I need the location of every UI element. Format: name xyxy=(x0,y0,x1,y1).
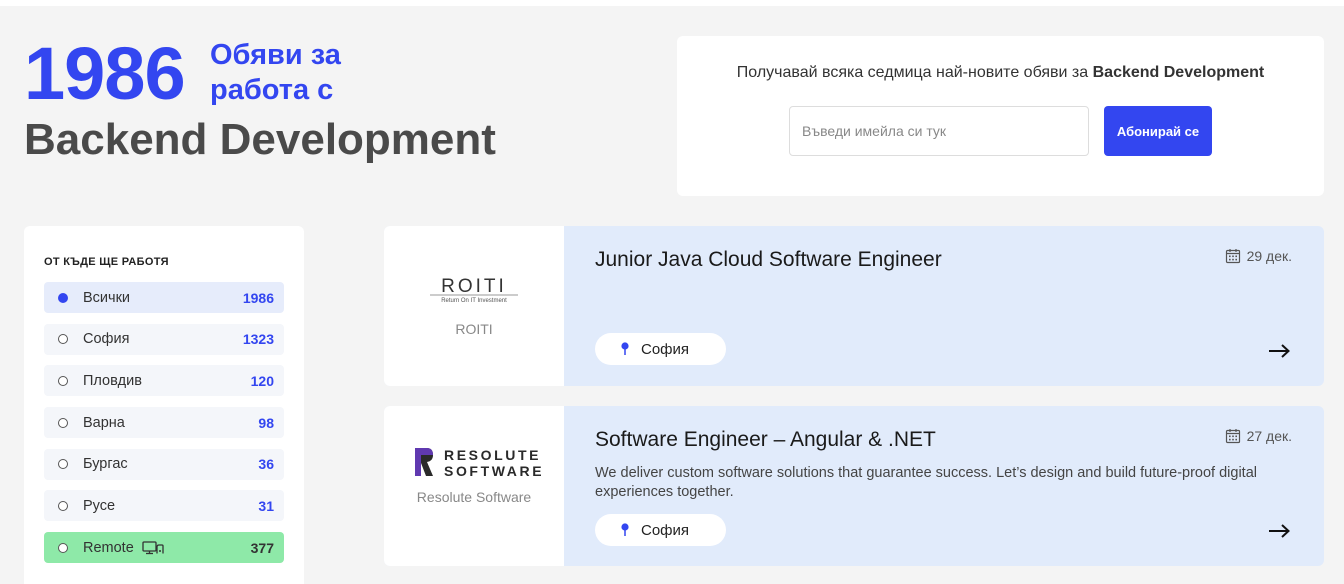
location-label: София xyxy=(83,331,130,348)
company-name: Resolute Software xyxy=(416,489,532,505)
svg-text:SOFTWARE: SOFTWARE xyxy=(444,463,541,479)
location-count: 1323 xyxy=(242,331,274,348)
job-card[interactable]: RESOLUTE SOFTWARE Resolute Software Soft… xyxy=(384,406,1324,566)
location-count: 98 xyxy=(258,414,274,431)
company-logo-box[interactable]: RESOLUTE SOFTWARE Resolute Software xyxy=(384,406,564,566)
radio-icon[interactable] xyxy=(58,500,68,511)
job-description: We deliver custom software solutions tha… xyxy=(595,465,1258,500)
radio-icon[interactable] xyxy=(58,542,68,553)
subscribe-text: Получавай всяка седмица най-новите обяви… xyxy=(736,64,1265,81)
location-label: Варна xyxy=(83,414,125,431)
email-input[interactable] xyxy=(789,106,1089,156)
job-title[interactable]: Software Engineer – Angular & .NET xyxy=(595,428,936,452)
svg-text:ROITI: ROITI xyxy=(441,276,507,297)
radio-icon[interactable] xyxy=(58,375,68,386)
filter-title: ОТ КЪДЕ ЩЕ РАБОТЯ xyxy=(44,256,169,268)
location-count: 120 xyxy=(250,372,274,389)
location-option-ruse[interactable]: Русе 31 xyxy=(44,490,284,522)
location-label: Пловдив xyxy=(83,372,142,389)
radio-icon[interactable] xyxy=(58,417,68,428)
location-option-all[interactable]: Всички 1986 xyxy=(44,282,284,313)
arrow-right-icon[interactable] xyxy=(1268,344,1290,358)
location-label: Бургас xyxy=(83,456,128,473)
location-label: Всички xyxy=(83,289,131,306)
location-count: 31 xyxy=(258,497,274,514)
location-option-varna[interactable]: Варна 98 xyxy=(44,407,284,439)
location-count: 1986 xyxy=(242,289,274,306)
resolute-software-logo: RESOLUTE SOFTWARE xyxy=(415,447,541,479)
job-count: 1986 xyxy=(24,32,186,115)
radio-icon[interactable] xyxy=(58,334,68,345)
location-count: 377 xyxy=(250,539,274,556)
radio-selected-icon[interactable] xyxy=(58,292,68,303)
location-option-remote[interactable]: Remote 377 xyxy=(44,532,284,564)
location-filter: ОТ КЪДЕ ЩЕ РАБОТЯ Всички 1986 София 1323… xyxy=(24,226,304,584)
job-location: София xyxy=(641,521,690,539)
calendar-icon xyxy=(1225,429,1240,444)
location-option-plovdiv[interactable]: Пловдив 120 xyxy=(44,365,284,397)
svg-text:Return On IT Investment: Return On IT Investment xyxy=(441,298,507,304)
subscribe-category: Backend Development xyxy=(1092,64,1265,81)
job-location-badge: София xyxy=(595,514,726,546)
location-label: Русе xyxy=(83,497,116,514)
location-option-burgas[interactable]: Бургас 36 xyxy=(44,448,284,480)
page-title: Backend Development xyxy=(24,115,496,164)
location-pin-icon xyxy=(621,342,629,355)
job-date-text: 29 дек. xyxy=(1246,248,1292,264)
job-title[interactable]: Junior Java Cloud Software Engineer xyxy=(595,248,942,272)
job-location-badge: София xyxy=(595,333,726,365)
hero-subtitle: Обяви за работа с xyxy=(210,39,341,106)
remote-work-icon xyxy=(142,540,164,554)
subscribe-button[interactable]: Абонирай се xyxy=(1104,106,1212,156)
location-label: Remote xyxy=(83,539,134,556)
svg-text:RESOLUTE: RESOLUTE xyxy=(444,447,541,463)
location-pin-icon xyxy=(621,523,629,536)
radio-icon[interactable] xyxy=(58,459,68,470)
job-date-text: 27 дек. xyxy=(1246,428,1292,444)
company-name: ROITI xyxy=(455,321,493,337)
roiti-logo: ROITI Return On IT Investment xyxy=(430,276,518,304)
job-date: 29 дек. xyxy=(1225,248,1292,264)
arrow-right-icon[interactable] xyxy=(1268,524,1290,538)
location-count: 36 xyxy=(258,456,274,473)
subscribe-panel: Получавай всяка седмица най-новите обяви… xyxy=(677,36,1324,196)
job-date: 27 дек. xyxy=(1225,428,1292,444)
top-strip xyxy=(0,0,1344,6)
job-location: София xyxy=(641,340,690,358)
company-logo-box[interactable]: ROITI Return On IT Investment ROITI xyxy=(384,226,564,386)
job-card[interactable]: ROITI Return On IT Investment ROITI Juni… xyxy=(384,226,1324,386)
calendar-icon xyxy=(1225,249,1240,264)
location-option-sofia[interactable]: София 1323 xyxy=(44,323,284,355)
